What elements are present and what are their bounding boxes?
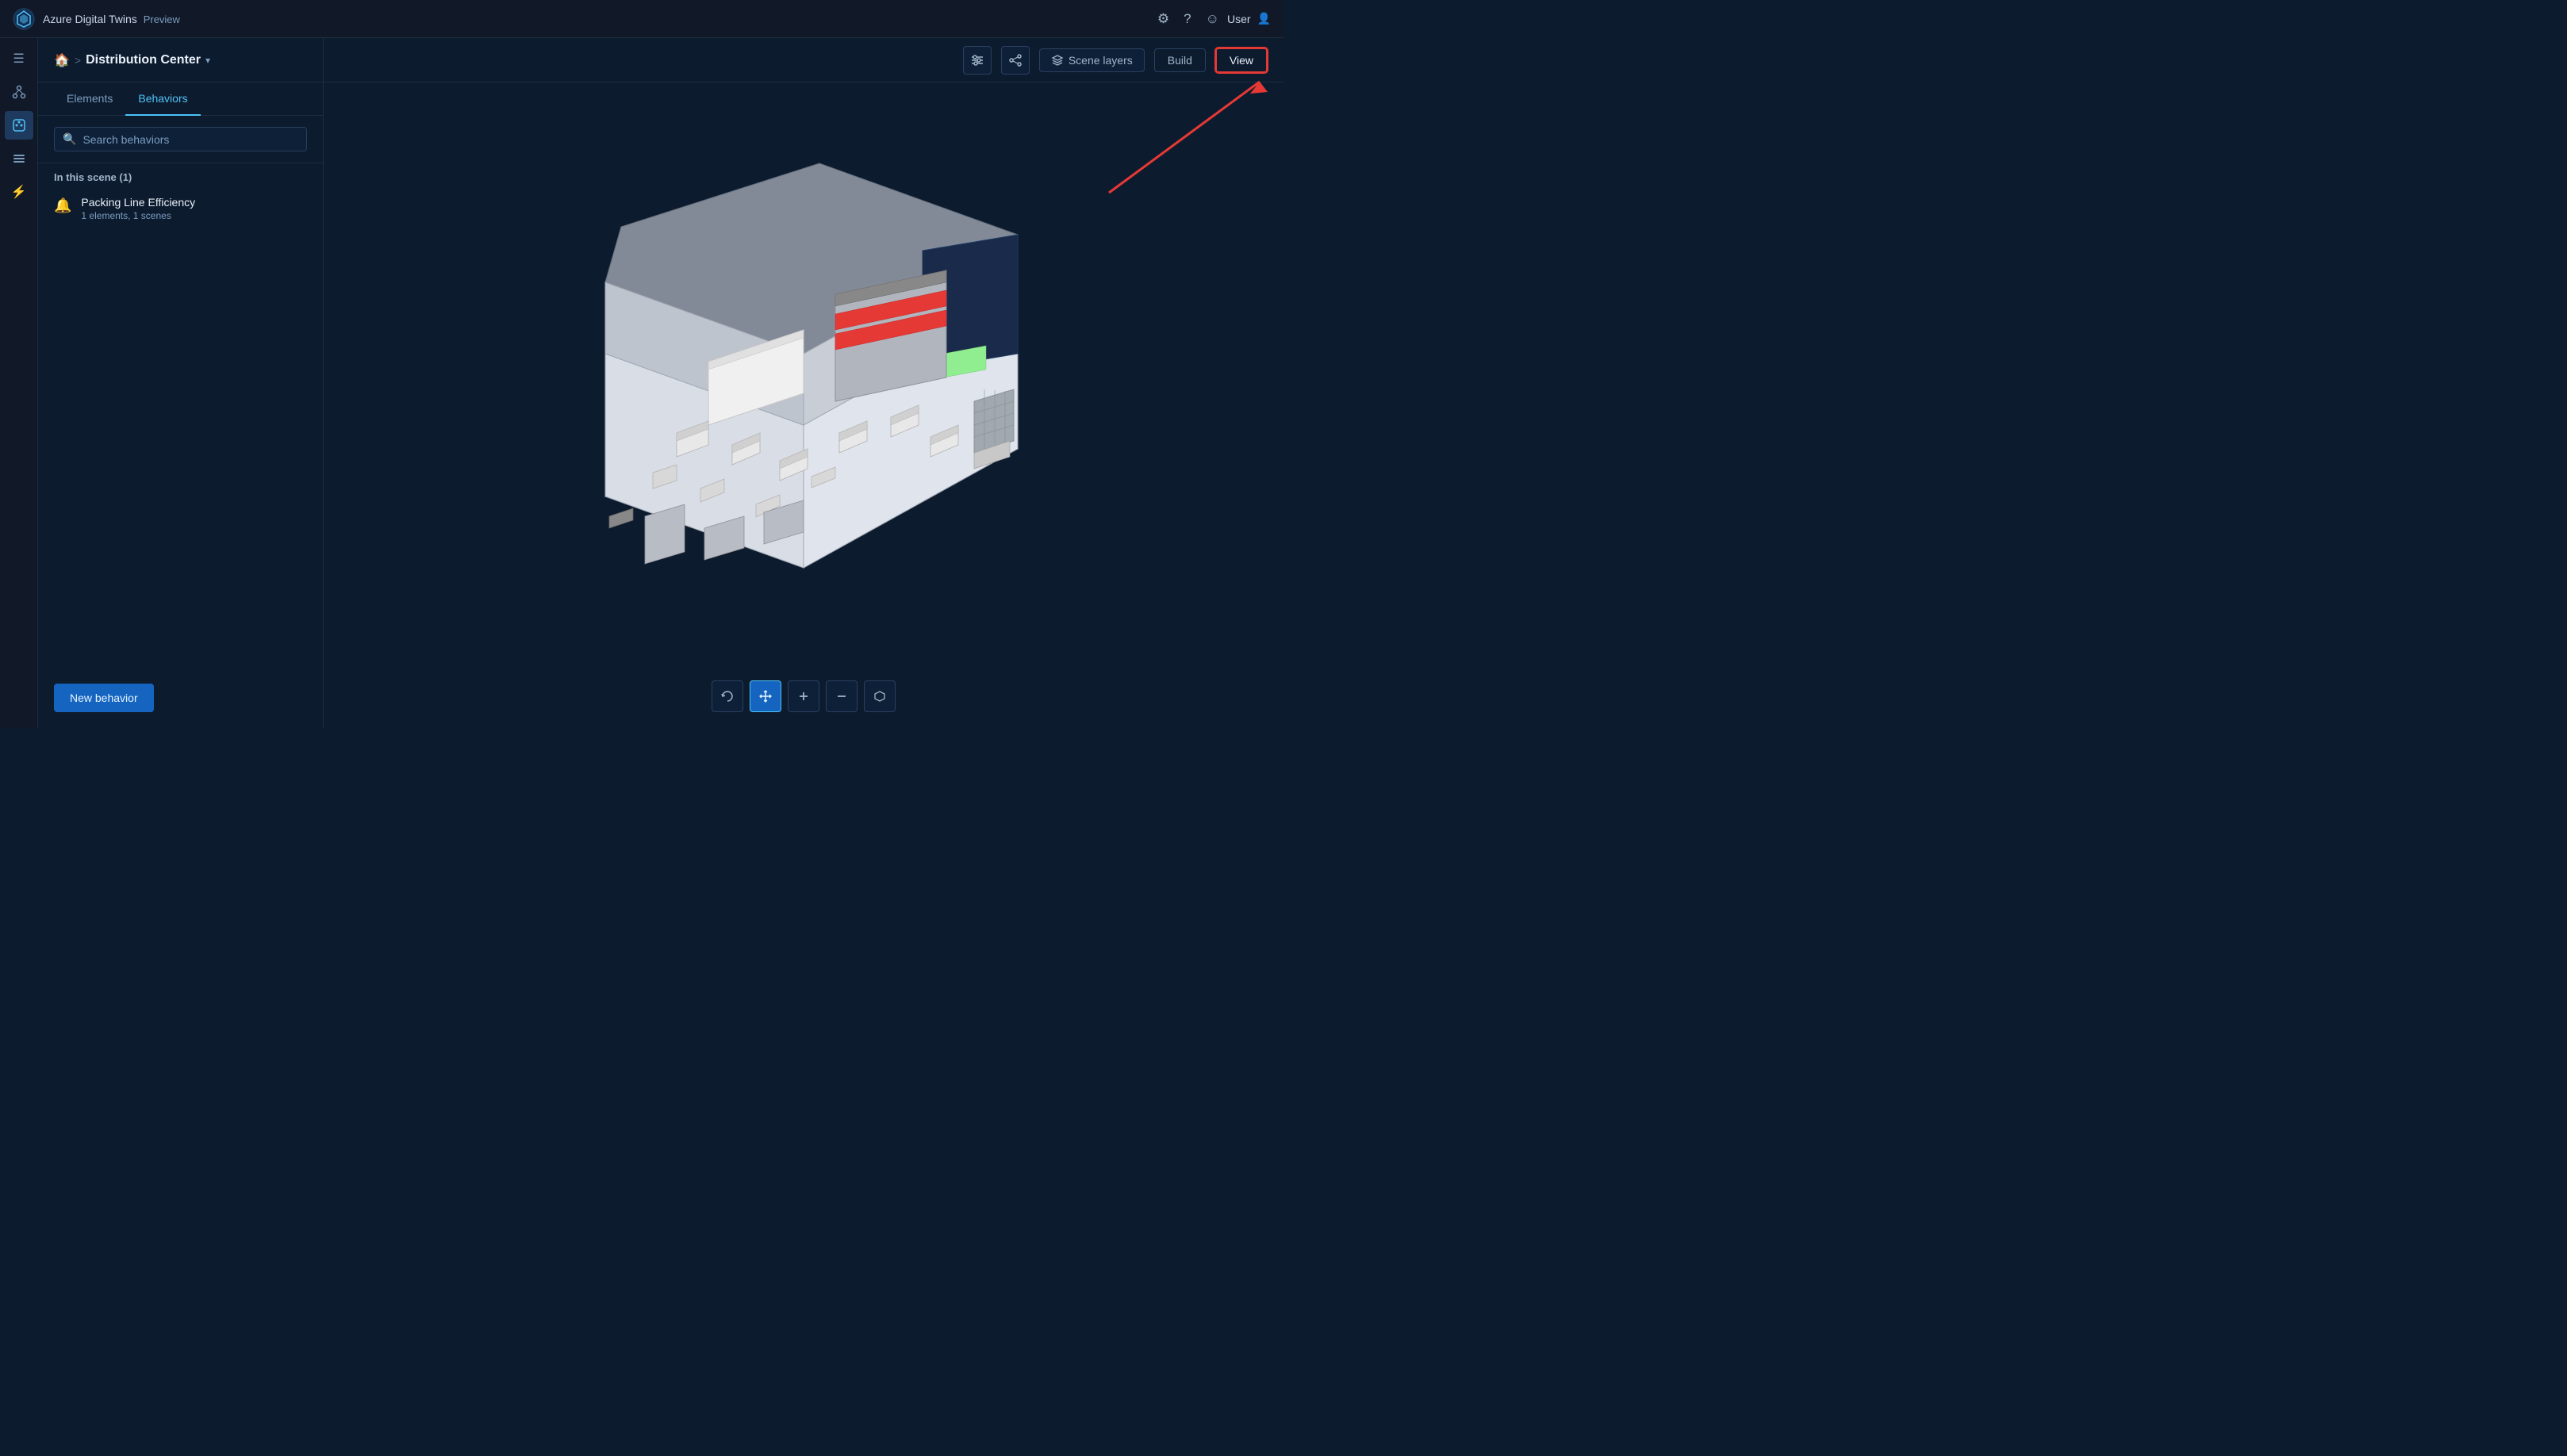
rail-menu-icon[interactable]: ☰: [5, 44, 33, 73]
home-icon[interactable]: 🏠: [54, 52, 70, 68]
search-icon: 🔍: [63, 132, 76, 146]
settings-icon[interactable]: ⚙: [1157, 11, 1169, 27]
building-3d: [526, 155, 1081, 592]
tab-elements[interactable]: Elements: [54, 82, 125, 116]
topbar-icons: ⚙ ? ☺: [1157, 11, 1219, 27]
tab-behaviors[interactable]: Behaviors: [125, 82, 200, 116]
bell-icon: 🔔: [54, 197, 71, 214]
build-button[interactable]: Build: [1154, 48, 1206, 72]
move-control[interactable]: [750, 680, 781, 712]
zoom-out-control[interactable]: [826, 680, 858, 712]
list-item[interactable]: 🔔 Packing Line Efficiency 1 elements, 1 …: [38, 188, 323, 229]
breadcrumb-current-page: Distribution Center: [86, 53, 201, 67]
scene-layers-button[interactable]: Scene layers: [1039, 48, 1145, 72]
fit-control[interactable]: [864, 680, 896, 712]
help-icon[interactable]: ?: [1184, 11, 1191, 27]
behavior-info: Packing Line Efficiency 1 elements, 1 sc…: [81, 196, 195, 221]
icon-rail: ☰ ⚡: [0, 38, 38, 728]
canvas-toolbar: Scene layers Build View: [324, 38, 1284, 82]
smiley-icon[interactable]: ☺: [1206, 11, 1219, 27]
zoom-in-control[interactable]: [788, 680, 819, 712]
app-name: Azure Digital Twins Preview: [43, 13, 180, 25]
user-menu[interactable]: User 👤: [1227, 12, 1271, 25]
scene-section-label: In this scene (1): [38, 163, 323, 188]
rail-nodes-icon[interactable]: [5, 78, 33, 106]
topbar: Azure Digital Twins Preview ⚙ ? ☺ User 👤: [0, 0, 1284, 38]
rail-bolt-icon[interactable]: ⚡: [5, 178, 33, 206]
breadcrumb-chevron-icon[interactable]: ▾: [205, 55, 210, 66]
search-container: 🔍: [38, 116, 323, 163]
search-box: 🔍: [54, 127, 307, 151]
panel-tabs: Elements Behaviors: [38, 82, 323, 116]
canvas-controls: [712, 680, 896, 712]
breadcrumb: 🏠 > Distribution Center ▾: [38, 38, 323, 82]
user-label: User: [1227, 13, 1251, 25]
main-canvas: Scene layers Build View: [324, 38, 1284, 728]
rotate-control[interactable]: [712, 680, 743, 712]
rail-behaviors-icon[interactable]: [5, 111, 33, 140]
new-behavior-button[interactable]: New behavior: [54, 684, 154, 712]
view-button[interactable]: View: [1215, 48, 1268, 73]
toolbar-sliders-icon[interactable]: [963, 46, 992, 75]
search-input[interactable]: [82, 133, 298, 146]
rail-layers-icon[interactable]: [5, 144, 33, 173]
scene-layers-label: Scene layers: [1069, 54, 1133, 67]
user-person-icon: 👤: [1257, 12, 1271, 25]
behavior-meta: 1 elements, 1 scenes: [81, 210, 195, 221]
toolbar-share-icon[interactable]: [1001, 46, 1030, 75]
app-logo: [13, 8, 35, 30]
scene-3d-view[interactable]: [324, 82, 1284, 665]
behavior-name: Packing Line Efficiency: [81, 196, 195, 209]
left-panel: 🏠 > Distribution Center ▾ Elements Behav…: [38, 38, 324, 728]
main-layout: ☰ ⚡ 🏠 > Distribution Center ▾ Elements B…: [0, 38, 1284, 728]
breadcrumb-separator: >: [75, 54, 81, 67]
